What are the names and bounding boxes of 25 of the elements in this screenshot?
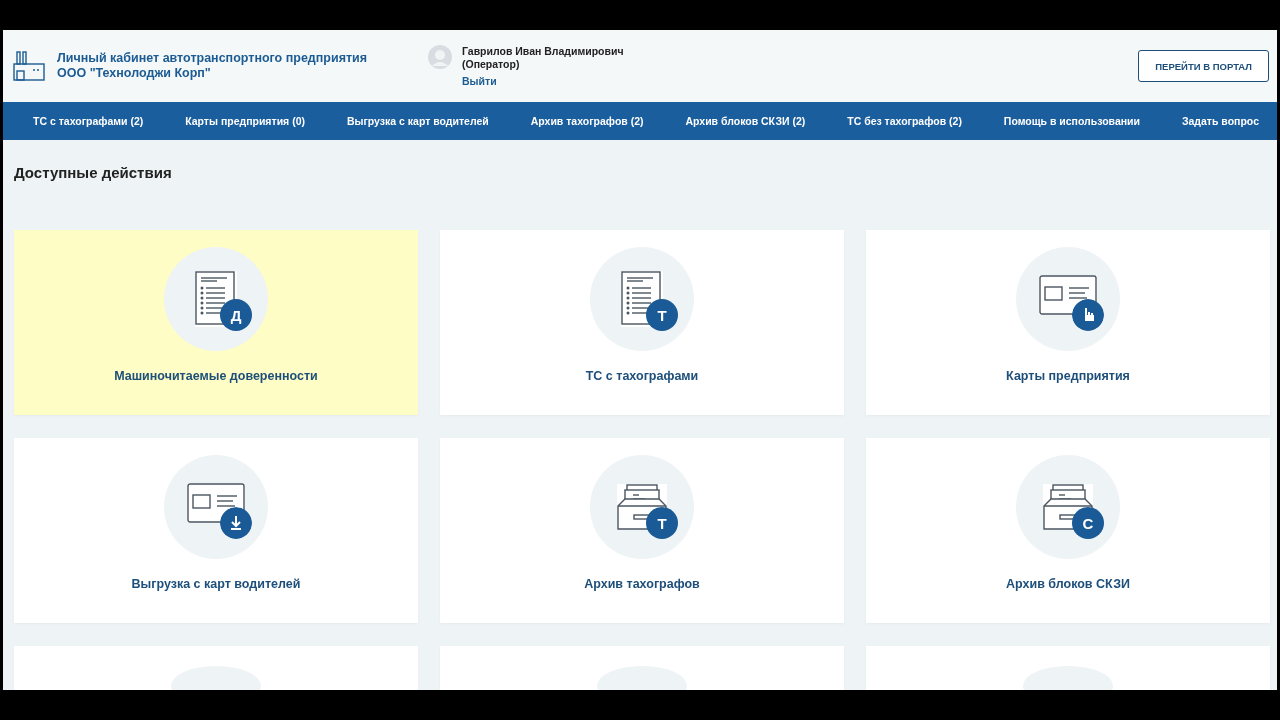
avatar-icon [428,45,452,69]
nav-link[interactable]: Задать вопрос [1181,115,1259,127]
hand-pointer-icon [1072,299,1104,331]
action-card[interactable]: Т Архив тахографов [440,438,844,623]
nav-link[interactable]: Архив блоков СКЗИ (2) [685,115,806,127]
action-card[interactable]: Карты предприятия [866,230,1270,415]
user-role: (Оператор) [462,58,521,71]
portal-button[interactable]: ПЕРЕЙТИ В ПОРТАЛ [1138,50,1269,82]
action-card[interactable]: Выгрузка с карт водителей [14,438,418,623]
download-icon [220,507,252,539]
nav-link[interactable]: Архив тахографов (2) [530,115,644,127]
factory-icon [13,50,45,82]
nav-link[interactable]: Выгрузка с карт водителей [346,115,489,127]
section-title: Доступные действия [14,163,173,183]
nav-link[interactable]: ТС без тахографов (2) [847,115,962,127]
nav-link[interactable]: Помощь в использовании [1003,115,1140,127]
action-card[interactable]: Т ТС с тахографами [440,230,844,415]
user-name: Гаврилов Иван Владимирович [462,45,624,58]
action-card[interactable]: Д Машиночитаемые доверенности [14,230,418,415]
logout-link[interactable]: Выйти [462,75,497,87]
cabinet-title: Личный кабинет автотранспортного предприятия [57,51,368,66]
action-card[interactable]: С Архив блоков СКЗИ [866,438,1270,623]
nav-link[interactable]: ТС с тахографами (2) [33,115,144,127]
nav-link[interactable]: Карты предприятия (0) [185,115,305,127]
company-name: ООО "Технолоджи Корп" [57,66,212,81]
